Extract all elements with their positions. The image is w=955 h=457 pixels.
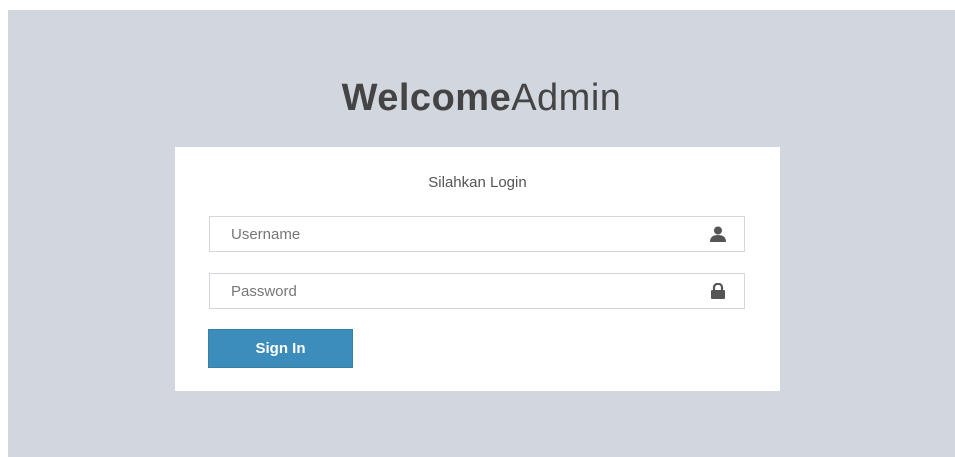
username-input[interactable] xyxy=(210,217,700,251)
password-input[interactable] xyxy=(210,274,700,308)
lock-icon xyxy=(709,282,727,299)
logo-light-text: Admin xyxy=(511,77,622,119)
login-page-background: WelcomeAdmin Silahkan Login Sign In xyxy=(8,10,955,457)
login-logo: WelcomeAdmin xyxy=(8,72,955,124)
login-box-message: Silahkan Login xyxy=(428,174,527,191)
login-box: Silahkan Login Sign In xyxy=(175,147,780,391)
password-field-group xyxy=(209,273,745,309)
logo-bold-text: Welcome xyxy=(341,77,512,119)
sign-in-button[interactable]: Sign In xyxy=(208,329,353,368)
user-icon xyxy=(709,226,727,242)
username-field-group xyxy=(209,216,745,252)
